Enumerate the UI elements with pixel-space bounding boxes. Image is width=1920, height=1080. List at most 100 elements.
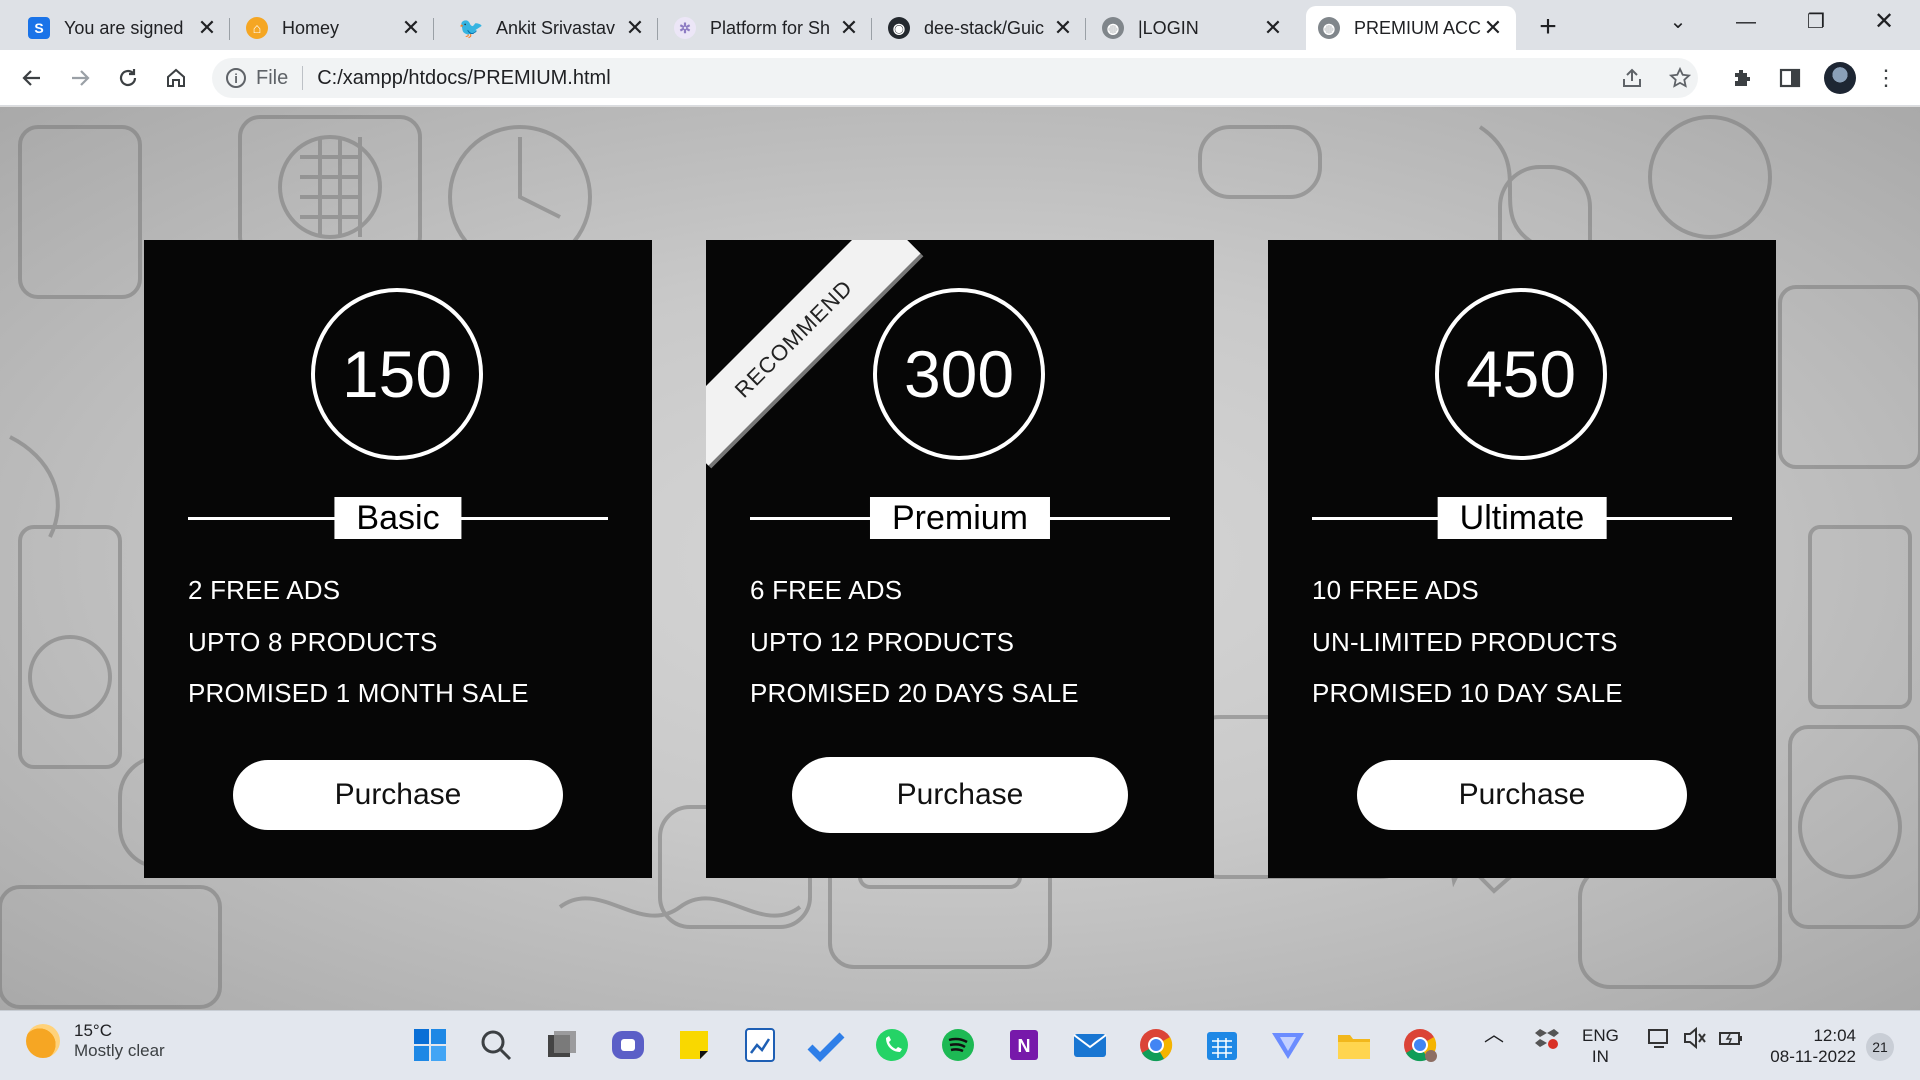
tab-title: dee-stack/Guic (924, 17, 1045, 38)
window-close-icon[interactable]: ✕ (1856, 0, 1912, 44)
tab-login[interactable]: ◍ |LOGIN ✕ (1090, 6, 1296, 50)
paint-icon[interactable] (740, 1025, 780, 1065)
back-icon[interactable] (16, 62, 48, 94)
purchase-button[interactable]: Purchase (233, 760, 563, 830)
new-tab-button[interactable]: + (1530, 10, 1566, 46)
tab-separator (229, 18, 230, 40)
minimize-icon[interactable]: — (1718, 0, 1774, 44)
close-icon[interactable]: ✕ (1482, 15, 1504, 41)
volume-muted-icon[interactable] (1682, 1025, 1708, 1056)
scheme-label: File (256, 66, 289, 89)
task-view-icon[interactable] (542, 1025, 582, 1065)
browser-toolbar: i File C:/xampp/htdocs/PREMIUM.html ⋮ (0, 50, 1920, 106)
share-icon[interactable] (1616, 62, 1648, 94)
chrome-icon[interactable] (1136, 1025, 1176, 1065)
github-icon: ◉ (888, 17, 910, 39)
chrome-profile-icon[interactable] (1400, 1025, 1440, 1065)
tab-strip: S You are signed ✕ ⌂ Homey ✕ 🐦 Ankit Sri… (0, 0, 1920, 50)
plan-feature: 2 FREE ADS (188, 575, 341, 605)
reload-icon[interactable] (112, 62, 144, 94)
search-icon[interactable] (476, 1025, 516, 1065)
tab-separator (1085, 18, 1086, 40)
language-indicator[interactable]: ENG IN (1582, 1025, 1619, 1067)
clock-date: 08-11-2022 (1770, 1047, 1856, 1066)
close-icon[interactable]: ✕ (838, 15, 860, 41)
bookmark-star-icon[interactable] (1664, 62, 1696, 94)
todo-icon[interactable] (806, 1025, 846, 1065)
address-bar[interactable]: i File C:/xampp/htdocs/PREMIUM.html (212, 58, 1698, 98)
plan-feature: PROMISED 20 DAYS SALE (750, 678, 1079, 708)
close-icon[interactable]: ✕ (1052, 15, 1074, 41)
dropbox-icon[interactable] (1534, 1025, 1560, 1056)
restore-icon[interactable]: ❐ (1788, 0, 1844, 44)
forward-icon[interactable] (64, 62, 96, 94)
tab-title: Homey (282, 17, 340, 38)
tab-ankit[interactable]: 🐦 Ankit Srivastav ✕ (448, 6, 658, 50)
network-icon[interactable] (1646, 1025, 1672, 1056)
teams-icon[interactable] (608, 1025, 648, 1065)
tab-title: You are signed (64, 17, 184, 38)
battery-icon[interactable] (1718, 1025, 1744, 1056)
purchase-button[interactable]: Purchase (792, 757, 1128, 833)
sticky-notes-icon[interactable] (674, 1025, 714, 1065)
price-circle: 150 (311, 288, 483, 460)
tab-title: |LOGIN (1138, 17, 1199, 38)
plan-name: Basic (334, 497, 462, 539)
tab-you-are-signed[interactable]: S You are signed ✕ (16, 6, 230, 50)
lang-code: ENG (1582, 1026, 1619, 1045)
plan-feature: UPTO 8 PRODUCTS (188, 627, 438, 657)
globe-icon: ◍ (1318, 17, 1340, 39)
spotify-icon[interactable] (938, 1025, 978, 1065)
close-icon[interactable]: ✕ (196, 15, 218, 41)
close-icon[interactable]: ✕ (400, 15, 422, 41)
tab-homey[interactable]: ⌂ Homey ✕ (234, 6, 434, 50)
page-viewport: 150 Basic 2 FREE ADS UPTO 8 PRODUCTS PRO… (0, 107, 1920, 1010)
plan-name: Premium (869, 497, 1051, 539)
plan-feature: PROMISED 10 DAY SALE (1312, 678, 1623, 708)
weather-icon (26, 1024, 60, 1058)
notification-badge[interactable]: 21 (1866, 1033, 1894, 1061)
close-icon[interactable]: ✕ (1262, 15, 1284, 41)
price-circle: 450 (1435, 288, 1607, 460)
home-icon[interactable] (160, 62, 192, 94)
info-icon[interactable]: i (226, 68, 246, 88)
purchase-button[interactable]: Purchase (1357, 760, 1687, 830)
weather-desc: Mostly clear (74, 1041, 165, 1060)
clock-time: 12:04 (1813, 1026, 1856, 1045)
tab-platform[interactable]: ✲ Platform for Sh ✕ (662, 6, 872, 50)
side-panel-icon[interactable] (1774, 62, 1806, 94)
weather-temp: 15°C (74, 1021, 112, 1040)
tab-separator (871, 18, 872, 40)
plan-card-ultimate: 450 Ultimate 10 FREE ADS UN-LIMITED PROD… (1268, 240, 1776, 878)
tab-premium-active[interactable]: ◍ PREMIUM ACC ✕ (1306, 6, 1516, 50)
close-icon[interactable]: ✕ (624, 15, 646, 41)
mail-icon[interactable] (1070, 1025, 1110, 1065)
price-circle: 300 (873, 288, 1045, 460)
profile-avatar[interactable] (1824, 62, 1856, 94)
url-text[interactable]: C:/xampp/htdocs/PREMIUM.html (317, 67, 610, 90)
plan-name: Ultimate (1437, 497, 1607, 539)
extensions-icon[interactable] (1726, 62, 1758, 94)
windows-start-icon[interactable] (410, 1025, 450, 1065)
menu-kebab-icon[interactable]: ⋮ (1870, 62, 1902, 94)
homey-icon: ⌂ (246, 17, 268, 39)
weather-widget[interactable]: 15°C Mostly clear (26, 1021, 165, 1061)
onenote-icon[interactable]: N (1004, 1025, 1044, 1065)
calendar-icon[interactable] (1202, 1025, 1242, 1065)
tab-title: PREMIUM ACC (1354, 17, 1482, 38)
svg-text:N: N (1018, 1036, 1031, 1056)
taskbar: 15°C Mostly clear N ︿ ENG IN 12:04 08-11… (0, 1010, 1920, 1080)
file-explorer-icon[interactable] (1334, 1025, 1374, 1065)
chevron-up-icon[interactable]: ︿ (1484, 1025, 1504, 1046)
plan-feature: 6 FREE ADS (750, 575, 903, 605)
plan-feature: UPTO 12 PRODUCTS (750, 627, 1015, 657)
tab-search-icon[interactable]: ⌄ (1650, 0, 1706, 44)
plan-card-basic: 150 Basic 2 FREE ADS UPTO 8 PRODUCTS PRO… (144, 240, 652, 878)
tab-github[interactable]: ◉ dee-stack/Guic ✕ (876, 6, 1086, 50)
plan-card-premium: RECOMMEND 300 Premium 6 FREE ADS UPTO 12… (706, 240, 1214, 878)
clock[interactable]: 12:04 08-11-2022 (1764, 1025, 1856, 1067)
whatsapp-icon[interactable] (872, 1025, 912, 1065)
plan-feature: PROMISED 1 MONTH SALE (188, 678, 529, 708)
vpn-icon[interactable] (1268, 1025, 1308, 1065)
region-code: IN (1591, 1047, 1609, 1066)
